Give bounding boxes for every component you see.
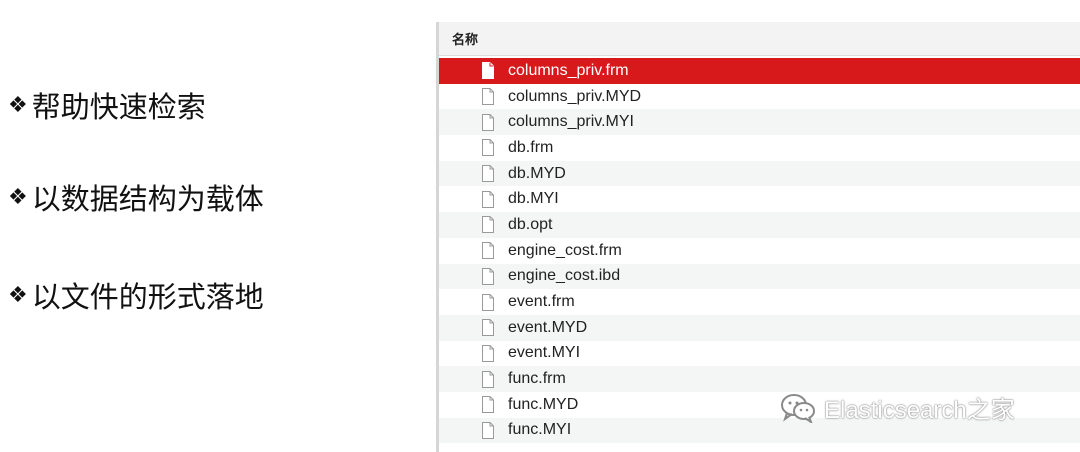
document-icon xyxy=(482,165,494,183)
file-name: columns_priv.MYI xyxy=(508,113,634,131)
file-rows: columns_priv.frm columns_priv.MYD columns_… xyxy=(439,56,1080,444)
bullet-item: ❖ 以数据结构为载体 xyxy=(8,176,264,218)
file-row[interactable]: event.frm xyxy=(439,289,1080,315)
file-name: db.MYD xyxy=(508,164,566,182)
document-icon xyxy=(482,62,494,80)
finder-file-list: 名称 columns_priv.frm columns_priv.MYD colum… xyxy=(436,22,1080,452)
file-row[interactable]: columns_priv.MYD xyxy=(439,84,1080,110)
file-row[interactable]: db.frm xyxy=(439,135,1080,161)
bullet-text: 以文件的形式落地 xyxy=(31,280,264,314)
file-name: db.MYI xyxy=(508,190,559,208)
diamond-bullet-icon: ❖ xyxy=(8,184,28,210)
file-row[interactable]: db.opt xyxy=(439,212,1080,238)
file-row[interactable]: engine_cost.frm xyxy=(439,238,1080,264)
file-row[interactable]: db.MYI xyxy=(439,186,1080,212)
bullet-text: 帮助快速检索 xyxy=(31,90,206,124)
document-icon xyxy=(482,139,494,157)
file-name: db.frm xyxy=(508,138,554,156)
document-icon xyxy=(482,88,494,106)
document-icon xyxy=(482,216,494,234)
file-name: columns_priv.frm xyxy=(508,61,629,79)
bullet-list: ❖ 帮助快速检索 ❖ 以数据结构为载体 ❖ 以文件的形式落地 xyxy=(8,0,428,452)
document-icon xyxy=(482,319,494,337)
file-name: db.opt xyxy=(508,215,553,233)
file-row[interactable]: columns_priv.MYI xyxy=(439,109,1080,136)
watermark-text: Elasticsearch之家 xyxy=(824,397,1015,424)
document-icon xyxy=(482,267,494,285)
file-name: columns_priv.MYD xyxy=(508,87,642,105)
file-name: event.MYI xyxy=(508,344,581,362)
wechat-icon xyxy=(780,393,816,425)
document-icon xyxy=(482,190,494,208)
diamond-bullet-icon: ❖ xyxy=(8,282,28,308)
file-name: engine_cost.ibd xyxy=(508,267,621,285)
document-icon xyxy=(482,344,494,362)
watermark: Elasticsearch之家 xyxy=(780,390,1015,425)
file-row[interactable]: event.MYI xyxy=(439,341,1080,367)
document-icon xyxy=(482,370,494,388)
file-name: event.MYD xyxy=(508,318,588,336)
file-row[interactable]: db.MYD xyxy=(439,160,1080,187)
file-row[interactable]: event.MYD xyxy=(439,314,1080,341)
file-name: func.frm xyxy=(508,370,566,388)
diamond-bullet-icon: ❖ xyxy=(8,92,28,118)
file-name: func.MYD xyxy=(508,395,579,413)
column-header-label: 名称 xyxy=(452,33,479,48)
document-icon xyxy=(482,421,494,439)
bullet-item: ❖ 以文件的形式落地 xyxy=(8,274,264,316)
file-row[interactable]: func.frm xyxy=(439,366,1080,392)
file-name: event.frm xyxy=(508,293,575,311)
file-name: engine_cost.frm xyxy=(508,241,622,259)
document-icon xyxy=(482,242,494,260)
file-row[interactable]: columns_priv.frm xyxy=(439,58,1080,84)
file-row[interactable]: engine_cost.ibd xyxy=(439,263,1080,290)
bullet-text: 以数据结构为载体 xyxy=(31,182,264,216)
document-icon xyxy=(482,293,494,311)
file-name: func.MYI xyxy=(508,421,572,439)
column-header-name[interactable]: 名称 xyxy=(439,22,1080,56)
document-icon xyxy=(482,396,494,414)
bullet-item: ❖ 帮助快速检索 xyxy=(8,84,206,126)
document-icon xyxy=(482,113,494,131)
